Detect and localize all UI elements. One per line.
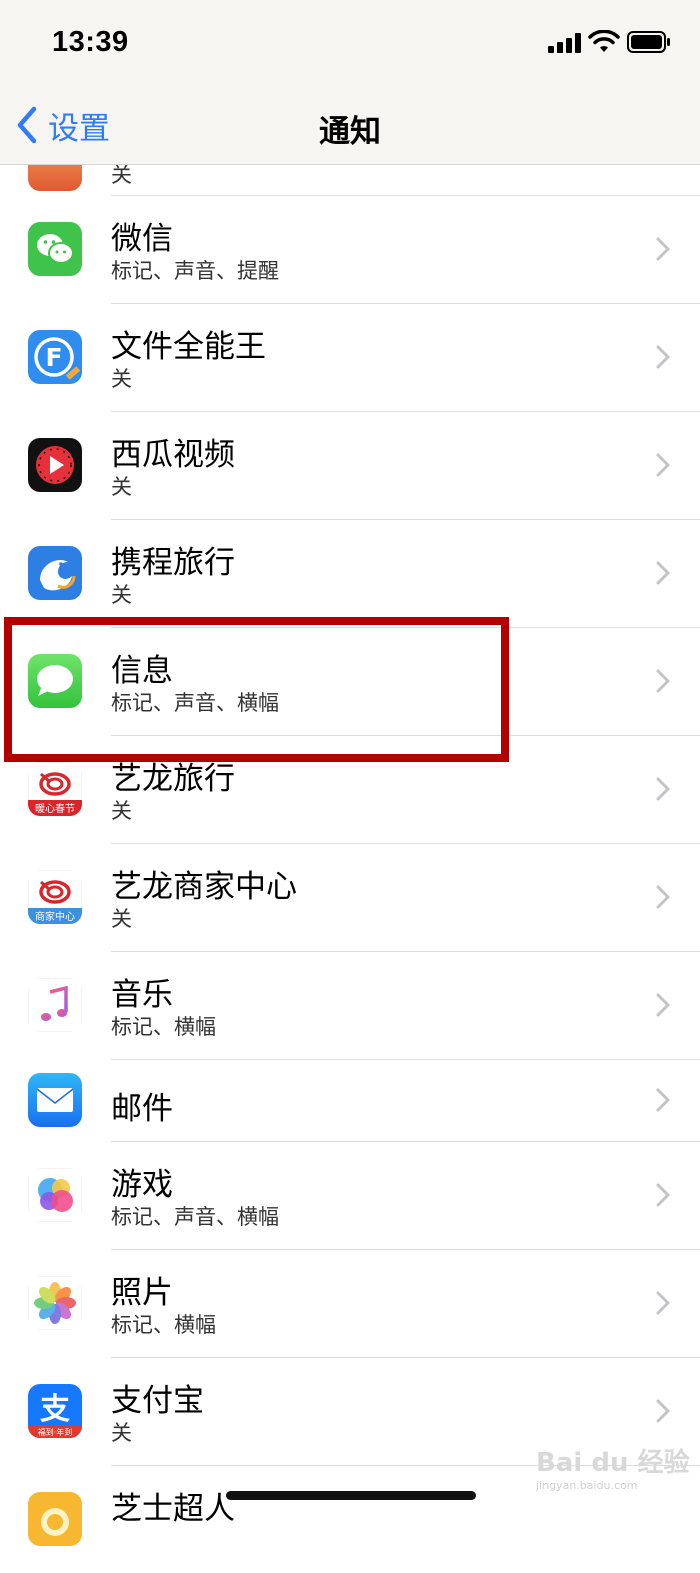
list-item-elong-merchant[interactable]: 商家中心 艺龙商家中心 关 [0, 843, 700, 951]
list-item-mail[interactable]: 邮件 [0, 1059, 700, 1141]
music-icon [28, 978, 82, 1032]
navigation-bar: 设置 通知 [0, 88, 700, 165]
list-item-subtitle: 标记、横幅 [111, 1313, 216, 1337]
notification-app-list: 关 微信 标记、声音、提醒 F 文件全能王 关 西瓜视频 关 携程旅行 关 信息… [0, 165, 700, 1573]
chevron-right-icon [656, 669, 670, 693]
list-item-photos[interactable]: 照片 标记、横幅 [0, 1249, 700, 1357]
page-title: 通知 [319, 114, 381, 150]
mail-icon [28, 1073, 82, 1127]
list-item-subtitle: 关 [111, 583, 132, 607]
status-time: 13:39 [52, 26, 129, 58]
watermark-brand: Bai du 经验 [536, 1448, 690, 1478]
chevron-right-icon [656, 453, 670, 477]
elong-icon: 暖心春节 [28, 762, 82, 816]
list-item-title: 文件全能王 [111, 329, 266, 365]
photos-icon [28, 1276, 82, 1330]
battery-icon [627, 31, 670, 53]
elong-merchant-icon: 商家中心 [28, 870, 82, 924]
list-item-title: 艺龙旅行 [111, 761, 235, 797]
elong-merchant-icon-badge: 商家中心 [35, 910, 75, 923]
xigua-video-icon [28, 438, 82, 492]
list-item-subtitle: 关 [111, 799, 132, 823]
list-item-game-center[interactable]: 游戏 标记、声音、横幅 [0, 1141, 700, 1249]
wifi-icon [588, 30, 620, 52]
cheese-superman-icon [28, 1492, 82, 1546]
chevron-right-icon [656, 1088, 670, 1112]
list-item-subtitle: 标记、声音、横幅 [111, 691, 279, 715]
list-item-title: 微信 [111, 221, 173, 257]
list-item-title: 邮件 [111, 1091, 173, 1127]
list-item-subtitle: 关 [111, 907, 132, 931]
file-master-icon-letter: F [45, 343, 62, 372]
list-item-subtitle: 标记、横幅 [111, 1015, 216, 1039]
list-item-title: 芝士超人 [111, 1491, 235, 1527]
chevron-right-icon [656, 237, 670, 261]
ctrip-icon [28, 546, 82, 600]
list-item-title: 游戏 [111, 1167, 173, 1203]
messages-icon [28, 654, 82, 708]
list-item-wechat[interactable]: 微信 标记、声音、提醒 [0, 195, 700, 303]
list-item-subtitle: 关 [111, 367, 132, 391]
list-item-subtitle: 标记、声音、提醒 [111, 259, 279, 283]
list-item-subtitle: 关 [111, 475, 132, 499]
list-item-title: 照片 [111, 1275, 173, 1311]
wechat-icon [28, 222, 82, 276]
list-item-title: 支付宝 [111, 1383, 204, 1419]
status-bar: 13:39 [0, 0, 700, 88]
list-item-ctrip[interactable]: 携程旅行 关 [0, 519, 700, 627]
list-item-messages[interactable]: 信息 标记、声音、横幅 [0, 627, 700, 735]
list-item-title: 艺龙商家中心 [111, 869, 297, 905]
chevron-right-icon [656, 993, 670, 1017]
chevron-right-icon [656, 777, 670, 801]
game-center-icon [28, 1168, 82, 1222]
list-item-title: 音乐 [111, 977, 173, 1013]
list-item-title: 信息 [111, 653, 173, 689]
list-item-subtitle: 标记、声音、横幅 [111, 1205, 279, 1229]
elong-icon-badge: 暖心春节 [35, 802, 75, 815]
chevron-right-icon [656, 345, 670, 369]
alipay-icon-glyph: 支 [40, 1392, 70, 1427]
chevron-right-icon [656, 1183, 670, 1207]
list-item-subtitle: 关 [111, 165, 132, 187]
chevron-right-icon [656, 1399, 670, 1423]
home-indicator[interactable] [226, 1491, 476, 1500]
alipay-icon-badge: 福到·年到 [38, 1427, 73, 1437]
list-item-title: 携程旅行 [111, 545, 235, 581]
app-icon-partial [28, 165, 82, 191]
list-item-file-master[interactable]: F 文件全能王 关 [0, 303, 700, 411]
list-item-title: 西瓜视频 [111, 437, 235, 473]
alipay-icon: 支 福到·年到 [28, 1384, 82, 1438]
list-item-music[interactable]: 音乐 标记、横幅 [0, 951, 700, 1059]
chevron-right-icon [656, 885, 670, 909]
watermark-url: jingyan.baidu.com [536, 1479, 638, 1492]
baidu-jingyan-watermark: Bai du 经验 jingyan.baidu.com [536, 1442, 690, 1492]
list-item-elong[interactable]: 暖心春节 艺龙旅行 关 [0, 735, 700, 843]
list-item-xigua-video[interactable]: 西瓜视频 关 [0, 411, 700, 519]
file-master-icon: F [28, 330, 82, 384]
chevron-right-icon [656, 561, 670, 585]
list-item-subtitle: 关 [111, 1421, 132, 1445]
chevron-right-icon [656, 1291, 670, 1315]
list-item-partial[interactable]: 关 [0, 165, 700, 195]
cellular-signal-icon [548, 33, 581, 53]
